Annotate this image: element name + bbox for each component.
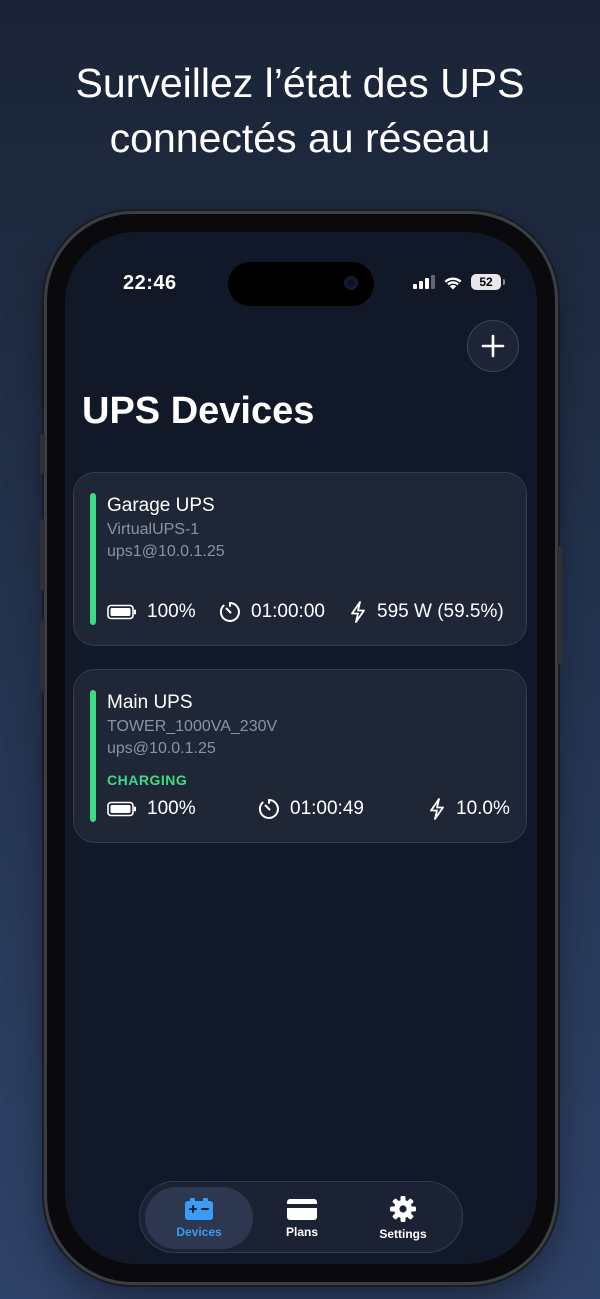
battery-charge-metric: 100% — [107, 601, 196, 623]
tab-bar: Devices Plans Settings — [139, 1181, 463, 1253]
device-card-main-ups[interactable]: Main UPS TOWER_1000VA_230V ups@10.0.1.25… — [73, 669, 527, 843]
charging-status-label: CHARGING — [107, 772, 188, 788]
marketing-headline: Surveillez l’état des UPS connectés au r… — [0, 56, 600, 166]
lightning-bolt-icon — [351, 601, 365, 623]
add-device-button[interactable] — [467, 320, 519, 372]
headline-line-1: Surveillez l’état des UPS — [75, 60, 525, 106]
runtime-value: 01:00:49 — [290, 798, 364, 819]
credit-card-icon — [287, 1199, 317, 1220]
battery-icon — [185, 1198, 213, 1220]
status-indicator-bar — [90, 493, 96, 625]
status-icons: 52 — [413, 274, 505, 290]
action-button — [40, 434, 45, 474]
battery-status-icon: 52 — [471, 274, 505, 290]
battery-icon — [107, 604, 136, 620]
volume-up-button — [40, 519, 45, 591]
gear-icon — [390, 1196, 416, 1222]
app-screen: 22:46 52 UPS Devices Garage UPS VirtualU… — [65, 232, 537, 1264]
device-address: ups1@10.0.1.25 — [107, 543, 225, 560]
timer-icon — [258, 799, 279, 819]
load-metric: 10.0% — [428, 798, 510, 820]
headline-line-2: connectés au réseau — [109, 115, 491, 161]
device-name: Main UPS — [107, 692, 193, 713]
status-indicator-bar — [90, 690, 96, 822]
volume-down-button — [40, 620, 45, 692]
cellular-signal-icon — [413, 275, 435, 289]
device-name: Garage UPS — [107, 495, 215, 516]
tab-settings[interactable]: Settings — [349, 1187, 457, 1249]
tab-label: Devices — [176, 1225, 222, 1239]
dynamic-island — [228, 262, 374, 306]
device-card-garage-ups[interactable]: Garage UPS VirtualUPS-1 ups1@10.0.1.25 1… — [73, 472, 527, 646]
plus-icon — [481, 334, 505, 358]
lightning-bolt-icon — [430, 798, 444, 820]
device-address: ups@10.0.1.25 — [107, 740, 216, 757]
battery-charge-value: 100% — [147, 601, 196, 622]
battery-charge-value: 100% — [147, 798, 196, 819]
status-time: 22:46 — [123, 272, 177, 294]
wifi-icon — [444, 276, 462, 289]
page-title: UPS Devices — [82, 390, 315, 432]
tab-label: Plans — [285, 1225, 318, 1239]
load-value: 10.0% — [456, 798, 510, 819]
battery-icon — [107, 801, 136, 817]
runtime-value: 01:00:00 — [251, 601, 325, 622]
runtime-metric: 01:00:00 — [219, 601, 325, 623]
battery-charge-metric: 100% — [107, 798, 196, 820]
tab-plans[interactable]: Plans — [248, 1187, 356, 1249]
timer-icon — [219, 602, 240, 622]
runtime-metric: 01:00:49 — [258, 798, 364, 820]
camera-icon — [344, 276, 358, 290]
load-metric: 595 W (59.5%) — [349, 601, 504, 623]
device-model: TOWER_1000VA_230V — [107, 718, 278, 735]
tab-label: Settings — [379, 1227, 427, 1241]
device-model: VirtualUPS-1 — [107, 521, 200, 538]
power-button — [557, 546, 562, 664]
phone-frame: 22:46 52 UPS Devices Garage UPS VirtualU… — [40, 214, 562, 1282]
tab-devices[interactable]: Devices — [145, 1187, 253, 1249]
load-value: 595 W (59.5%) — [377, 601, 504, 622]
